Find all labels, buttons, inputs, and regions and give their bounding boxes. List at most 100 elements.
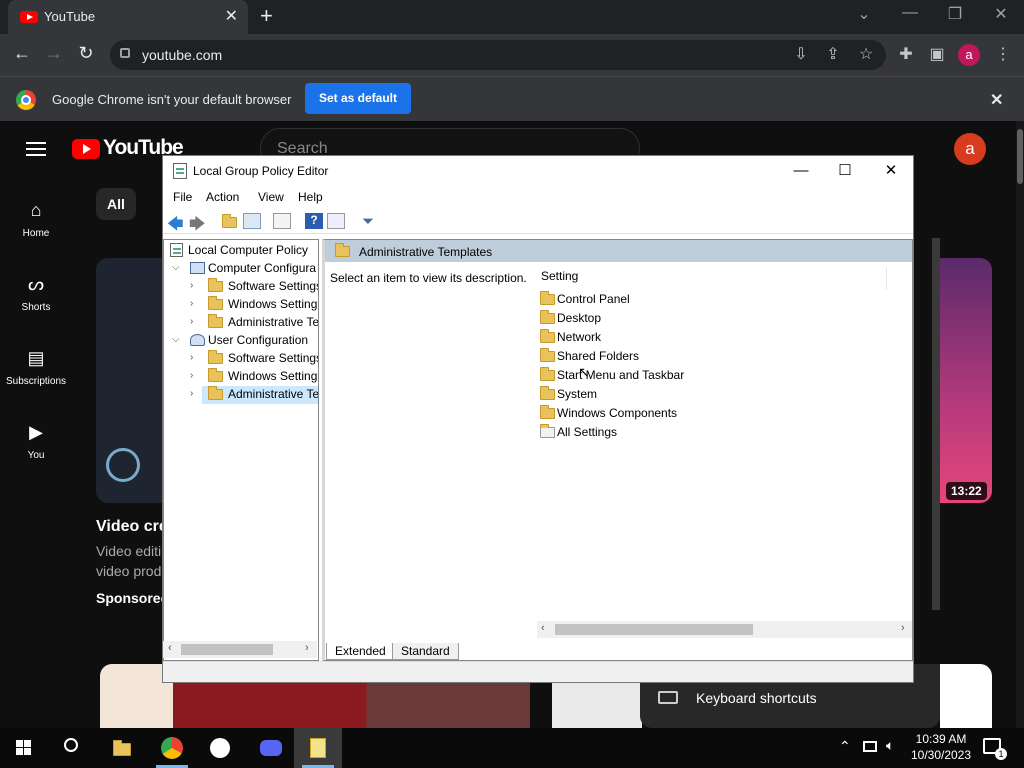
list-item-shared-folders[interactable]: Shared Folders (540, 348, 639, 363)
menu-file[interactable]: File (173, 190, 192, 204)
windows-taskbar: ⌃ 🔈︎ 1 (0, 728, 1024, 768)
page-scrollbar[interactable] (1016, 121, 1024, 728)
chevron-right-icon[interactable]: › (190, 316, 193, 327)
taskbar-chrome[interactable] (148, 728, 196, 768)
chevron-up-icon[interactable]: ⌃ (839, 738, 851, 755)
chevron-right-icon[interactable]: › (190, 280, 193, 291)
tab-standard[interactable]: Standard (392, 643, 459, 660)
subscriptions-icon: ▤ (27, 348, 45, 368)
chevron-right-icon[interactable]: › (190, 298, 193, 309)
start-button[interactable] (0, 728, 48, 768)
close-window-button[interactable]: ✕ (981, 4, 1021, 24)
menu-kebab-icon[interactable]: ⋮ (992, 44, 1014, 64)
list-item-label: Desktop (557, 311, 602, 325)
filter-icon[interactable]: ⏷ (359, 213, 377, 230)
side-panel-icon[interactable]: ▣ (926, 44, 948, 64)
close-button[interactable]: ✕ (869, 159, 913, 183)
sidebar-item-subscriptions[interactable]: ▤ Subscriptions (0, 348, 72, 387)
menu-action[interactable]: Action (206, 190, 239, 204)
up-folder-icon[interactable] (221, 213, 239, 229)
list-item-all-settings[interactable]: All Settings (540, 424, 617, 439)
network-icon[interactable] (863, 741, 877, 752)
list-item-start-menu-taskbar[interactable]: Start Menu and Taskbar (540, 367, 684, 382)
scrollbar[interactable] (932, 238, 940, 610)
scrollbar-thumb[interactable] (1017, 129, 1023, 184)
forward-button[interactable]: → (42, 43, 66, 64)
show-hide-tree-icon[interactable] (243, 213, 261, 229)
profile-avatar[interactable]: a (958, 44, 980, 66)
minimize-button[interactable]: — (779, 159, 823, 183)
list-item-system[interactable]: System (540, 386, 597, 401)
video-thumbnail[interactable] (938, 258, 992, 503)
list-item-desktop[interactable]: Desktop (540, 310, 602, 325)
sidebar-item-label: Subscriptions (5, 376, 67, 387)
reload-button[interactable]: ↻ (74, 43, 98, 64)
sidebar-item-home[interactable]: ⌂ Home (0, 200, 72, 239)
properties-icon[interactable] (327, 213, 345, 229)
chip-all[interactable]: All (96, 188, 136, 220)
details-horizontal-scrollbar[interactable]: ‹ › (537, 621, 912, 638)
youtube-favicon-icon (20, 11, 38, 23)
tree-item-label: Software Settings (228, 279, 319, 293)
scroll-right-icon[interactable]: › (901, 622, 905, 634)
lock-icon[interactable] (120, 48, 130, 58)
share-icon[interactable]: ⇪ (822, 44, 844, 64)
video-thumbnail[interactable] (940, 664, 992, 728)
minimize-button[interactable]: — (890, 4, 930, 22)
scrollbar-thumb[interactable] (181, 644, 273, 655)
window-titlebar[interactable]: Local Group Policy Editor — ☐ ✕ (163, 156, 913, 186)
sidebar-item-shorts[interactable]: ᔕ Shorts (0, 274, 72, 313)
hamburger-menu-icon[interactable] (26, 142, 46, 156)
tree-item-label: Computer Configura (208, 261, 317, 275)
group-policy-editor-window: Local Group Policy Editor — ☐ ✕ File Act… (162, 155, 914, 683)
taskbar-gpedit[interactable] (294, 728, 342, 768)
menu-help[interactable]: Help (298, 190, 323, 204)
youtube-avatar[interactable]: a (954, 133, 986, 165)
list-item-network[interactable]: Network (540, 329, 601, 344)
volume-muted-icon[interactable]: 🔈︎ (886, 737, 894, 754)
chevron-down-icon[interactable]: ⌵ (172, 334, 180, 345)
infobar-close-icon[interactable]: ✕ (990, 90, 1003, 110)
tab-extended[interactable]: Extended (326, 643, 395, 660)
list-item-windows-components[interactable]: Windows Components (540, 405, 677, 420)
restore-button[interactable]: ❐ (935, 4, 975, 24)
taskbar-discord[interactable] (246, 728, 294, 768)
back-arrow-icon[interactable]: 🡄 (167, 213, 185, 233)
list-item-control-panel[interactable]: Control Panel (540, 291, 630, 306)
column-divider[interactable] (886, 268, 887, 290)
column-header-setting[interactable]: Setting (541, 269, 578, 283)
install-app-icon[interactable]: ⇩ (790, 44, 812, 64)
chevron-right-icon[interactable]: › (190, 352, 193, 363)
gpedit-app-icon (173, 163, 187, 179)
sidebar-item-you[interactable]: ▶ You (0, 422, 72, 461)
search-button[interactable] (48, 728, 96, 768)
extensions-icon[interactable]: ✚ (895, 44, 917, 64)
tab-close-icon[interactable]: ✕ (225, 6, 238, 26)
tree-item-administrative-templates-selected[interactable]: Administrative Te (202, 386, 319, 404)
tab-youtube[interactable]: YouTube ✕ (8, 0, 248, 34)
set-as-default-button[interactable]: Set as default (305, 83, 411, 114)
scrollbar-thumb[interactable] (555, 624, 753, 635)
address-bar[interactable]: youtube.com (110, 40, 886, 70)
tree-horizontal-scrollbar[interactable]: ‹ › (163, 641, 317, 658)
taskbar-file-explorer[interactable] (98, 728, 146, 768)
export-list-icon[interactable] (273, 213, 291, 229)
forward-arrow-icon[interactable]: 🡆 (189, 213, 207, 233)
video-title[interactable]: Video cre (96, 518, 168, 536)
back-button[interactable]: ← (10, 43, 34, 64)
system-clock[interactable]: 10:39 AM 10/30/2023 (906, 731, 976, 763)
chevron-right-icon[interactable]: › (190, 370, 193, 381)
chevron-down-icon[interactable]: ⌵ (172, 262, 180, 273)
youtube-logo-icon[interactable] (72, 139, 100, 159)
bookmark-star-icon[interactable]: ☆ (855, 44, 877, 64)
tree-item-label: Administrative Te (228, 387, 319, 401)
help-icon[interactable]: ? (305, 213, 323, 229)
scroll-left-icon[interactable]: ‹ (541, 622, 545, 634)
maximize-button[interactable]: ☐ (823, 159, 867, 183)
tab-search-icon[interactable]: ⌄ (844, 4, 884, 24)
scroll-right-icon[interactable]: › (305, 642, 309, 654)
scroll-left-icon[interactable]: ‹ (168, 642, 172, 654)
menu-view[interactable]: View (258, 190, 284, 204)
taskbar-app[interactable] (196, 728, 244, 768)
new-tab-button[interactable]: + (260, 3, 273, 29)
